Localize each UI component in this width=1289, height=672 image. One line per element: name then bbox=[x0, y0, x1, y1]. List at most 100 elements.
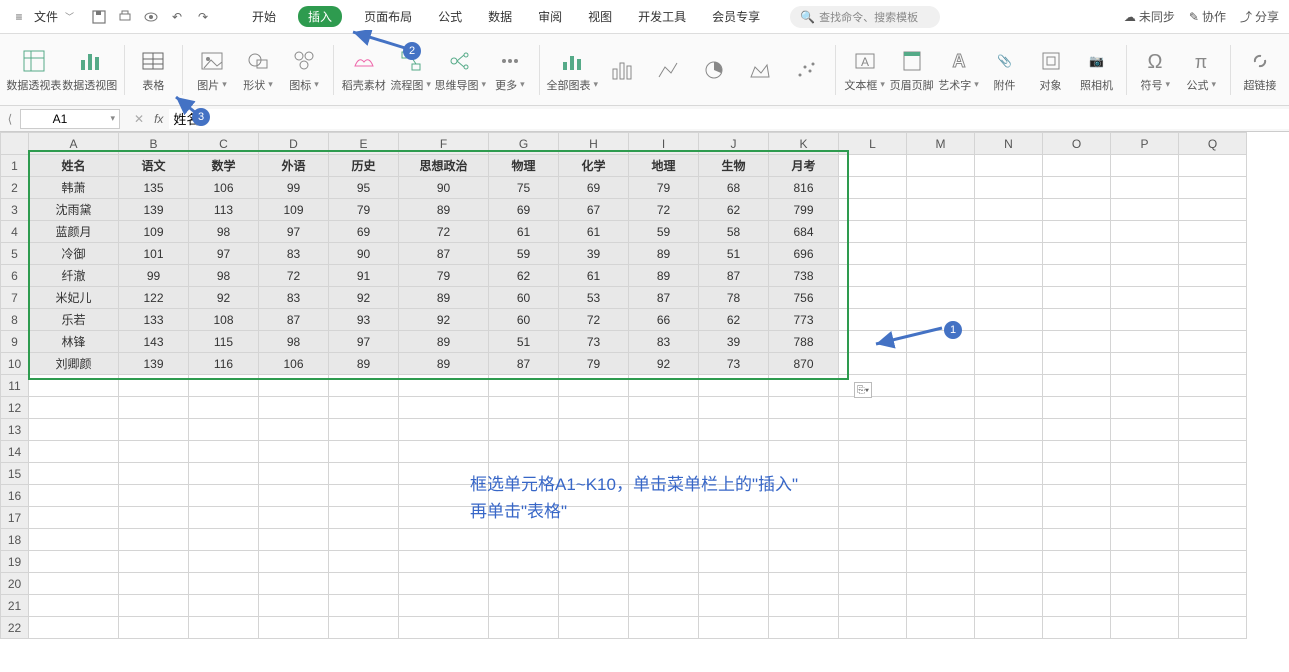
cell[interactable] bbox=[1179, 353, 1247, 375]
cell[interactable] bbox=[189, 507, 259, 529]
cell[interactable] bbox=[839, 287, 907, 309]
cell[interactable] bbox=[399, 573, 489, 595]
col-header[interactable]: O bbox=[1043, 133, 1111, 155]
cell[interactable]: 78 bbox=[699, 287, 769, 309]
cell[interactable] bbox=[1111, 595, 1179, 617]
symbol-button[interactable]: Ω符号▾ bbox=[1134, 45, 1176, 95]
cell[interactable] bbox=[259, 573, 329, 595]
col-header[interactable]: A bbox=[29, 133, 119, 155]
cell[interactable] bbox=[1179, 507, 1247, 529]
cell[interactable] bbox=[975, 397, 1043, 419]
tab-review[interactable]: 审阅 bbox=[534, 6, 566, 27]
cell[interactable]: 87 bbox=[399, 243, 489, 265]
cell[interactable]: 72 bbox=[559, 309, 629, 331]
fx-icon[interactable]: fx bbox=[154, 112, 163, 126]
cell[interactable] bbox=[839, 507, 907, 529]
cell[interactable] bbox=[119, 397, 189, 419]
row-header[interactable]: 7 bbox=[1, 287, 29, 309]
cell[interactable] bbox=[907, 551, 975, 573]
cell[interactable]: 地理 bbox=[629, 155, 699, 177]
cell[interactable] bbox=[189, 485, 259, 507]
cell[interactable] bbox=[559, 375, 629, 397]
cell[interactable] bbox=[489, 375, 559, 397]
row-header[interactable]: 8 bbox=[1, 309, 29, 331]
cell[interactable] bbox=[699, 529, 769, 551]
row-header[interactable]: 2 bbox=[1, 177, 29, 199]
cell[interactable]: 79 bbox=[629, 177, 699, 199]
namebox-nav-icon[interactable]: ⟨ bbox=[0, 112, 20, 126]
cell[interactable] bbox=[189, 375, 259, 397]
cell[interactable] bbox=[699, 551, 769, 573]
textbox-button[interactable]: A文本框▾ bbox=[844, 45, 886, 95]
cell[interactable] bbox=[907, 243, 975, 265]
cell[interactable] bbox=[559, 617, 629, 639]
cell[interactable] bbox=[1043, 529, 1111, 551]
cell[interactable] bbox=[975, 529, 1043, 551]
cell[interactable] bbox=[629, 595, 699, 617]
cell[interactable] bbox=[119, 441, 189, 463]
cell[interactable] bbox=[189, 397, 259, 419]
cell[interactable] bbox=[769, 573, 839, 595]
cell[interactable] bbox=[975, 375, 1043, 397]
cell[interactable] bbox=[699, 573, 769, 595]
chart-scatter-button[interactable] bbox=[785, 54, 827, 86]
cell[interactable]: 60 bbox=[489, 309, 559, 331]
cell[interactable] bbox=[839, 353, 907, 375]
cell[interactable] bbox=[907, 331, 975, 353]
cell[interactable]: 林锋 bbox=[29, 331, 119, 353]
cell[interactable] bbox=[329, 617, 399, 639]
row-header[interactable]: 19 bbox=[1, 551, 29, 573]
coop-button[interactable]: ✎协作 bbox=[1189, 8, 1226, 25]
cell[interactable] bbox=[29, 485, 119, 507]
cell[interactable]: 60 bbox=[489, 287, 559, 309]
row-header[interactable]: 12 bbox=[1, 397, 29, 419]
cell[interactable] bbox=[907, 177, 975, 199]
cell[interactable] bbox=[559, 419, 629, 441]
cell[interactable] bbox=[975, 331, 1043, 353]
cell[interactable] bbox=[259, 485, 329, 507]
cell[interactable] bbox=[1043, 419, 1111, 441]
cell[interactable]: 51 bbox=[489, 331, 559, 353]
cell[interactable] bbox=[1179, 221, 1247, 243]
cell[interactable]: 89 bbox=[629, 265, 699, 287]
cell[interactable] bbox=[29, 529, 119, 551]
cell[interactable] bbox=[907, 375, 975, 397]
cell[interactable] bbox=[1111, 265, 1179, 287]
cell[interactable] bbox=[1043, 375, 1111, 397]
col-header[interactable]: J bbox=[699, 133, 769, 155]
cell[interactable] bbox=[1179, 419, 1247, 441]
cell[interactable]: 756 bbox=[769, 287, 839, 309]
cell[interactable] bbox=[769, 595, 839, 617]
chart-line-button[interactable] bbox=[647, 54, 689, 86]
cell[interactable] bbox=[1111, 617, 1179, 639]
cell[interactable] bbox=[189, 617, 259, 639]
col-header[interactable]: N bbox=[975, 133, 1043, 155]
cell[interactable] bbox=[119, 463, 189, 485]
row-header[interactable]: 3 bbox=[1, 199, 29, 221]
cell[interactable] bbox=[29, 397, 119, 419]
cell[interactable] bbox=[629, 573, 699, 595]
header-footer-button[interactable]: 页眉页脚 bbox=[890, 45, 934, 95]
cell[interactable] bbox=[1179, 463, 1247, 485]
cell[interactable] bbox=[1043, 177, 1111, 199]
cell[interactable] bbox=[1179, 485, 1247, 507]
cell[interactable] bbox=[189, 595, 259, 617]
cell[interactable]: 生物 bbox=[699, 155, 769, 177]
cell[interactable]: 62 bbox=[699, 199, 769, 221]
cell[interactable]: 108 bbox=[189, 309, 259, 331]
cell[interactable] bbox=[1043, 551, 1111, 573]
mindmap-button[interactable]: 思维导图▾ bbox=[436, 45, 485, 95]
cell[interactable] bbox=[329, 573, 399, 595]
col-header[interactable]: D bbox=[259, 133, 329, 155]
cell[interactable]: 109 bbox=[119, 221, 189, 243]
tab-formula[interactable]: 公式 bbox=[434, 6, 466, 27]
cell[interactable] bbox=[119, 573, 189, 595]
cancel-icon[interactable]: ✕ bbox=[134, 112, 144, 126]
cell[interactable] bbox=[29, 573, 119, 595]
cell[interactable] bbox=[1179, 287, 1247, 309]
cell[interactable]: 92 bbox=[329, 287, 399, 309]
cell[interactable] bbox=[699, 419, 769, 441]
col-header[interactable]: L bbox=[839, 133, 907, 155]
cell[interactable] bbox=[399, 617, 489, 639]
cell[interactable]: 历史 bbox=[329, 155, 399, 177]
